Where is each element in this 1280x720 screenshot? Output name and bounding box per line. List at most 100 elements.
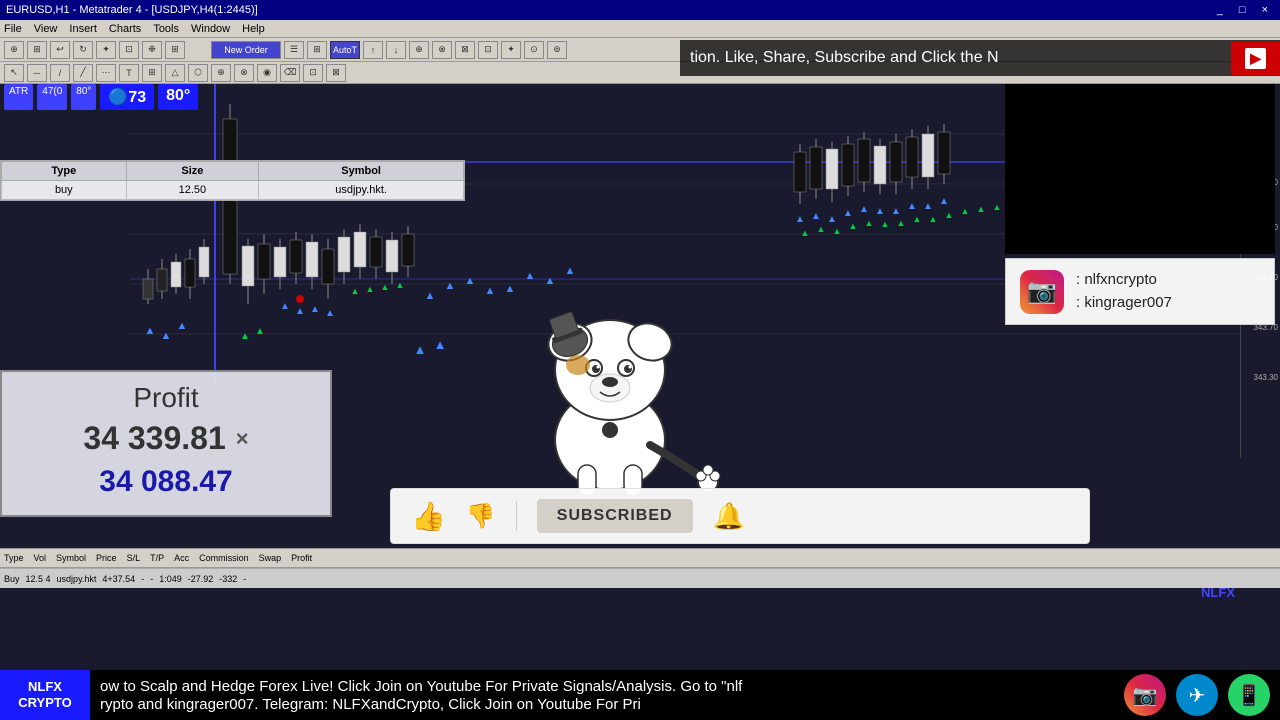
trade-detail-vol: 12.5 4 <box>26 574 51 584</box>
menu-charts[interactable]: Charts <box>109 23 141 35</box>
yt-notification-bar: tion. Like, Share, Subscribe and Click t… <box>680 40 1280 76</box>
svg-text:▲: ▲ <box>961 206 970 216</box>
minimize-btn[interactable]: _ <box>1211 4 1229 16</box>
tb-btn-4[interactable]: ↻ <box>73 41 93 59</box>
tb2-btn-14[interactable]: ⊡ <box>303 64 323 82</box>
trade-detail-swap: -332 <box>219 574 237 584</box>
tb-btn-9[interactable]: ☰ <box>284 41 304 59</box>
svg-text:▲: ▲ <box>875 206 885 217</box>
svg-text:▲: ▲ <box>939 196 949 207</box>
tb-btn-6[interactable]: ⊡ <box>119 41 139 59</box>
svg-text:▲: ▲ <box>255 326 265 337</box>
subscribed-button[interactable]: SUBSCRIBED <box>537 499 693 533</box>
tb2-btn-15[interactable]: ⊠ <box>326 64 346 82</box>
new-order-btn[interactable]: New Order <box>211 41 281 59</box>
tb-btn-16[interactable]: ⊡ <box>478 41 498 59</box>
tb2-btn-12[interactable]: ◉ <box>257 64 277 82</box>
tb2-btn-5[interactable]: ⋯ <box>96 64 116 82</box>
menu-file[interactable]: File <box>4 23 22 35</box>
instagram-icon: 📷 <box>1020 270 1064 314</box>
tb2-btn-3[interactable]: / <box>50 64 70 82</box>
tb-btn-13[interactable]: ⊕ <box>409 41 429 59</box>
trade-detail-profit2: - <box>243 574 246 584</box>
svg-text:▲: ▲ <box>945 210 954 220</box>
trade-detail-sl: - <box>141 574 144 584</box>
col-symbol: Symbol <box>259 162 464 181</box>
tb-btn-12[interactable]: ↓ <box>386 41 406 59</box>
nlfx-logo-line1: NLFX <box>28 679 62 695</box>
trade-detail-acc: 1:049 <box>159 574 182 584</box>
svg-text:▲: ▲ <box>801 228 810 238</box>
svg-text:▲: ▲ <box>280 301 290 312</box>
maximize-btn[interactable]: □ <box>1233 4 1252 16</box>
trade-detail-buy: Buy <box>4 574 20 584</box>
tb-btn-14[interactable]: ⊗ <box>432 41 452 59</box>
trade-size: 12.50 <box>126 181 259 200</box>
profit-close-btn[interactable]: × <box>236 426 249 452</box>
indicator-atr: ATR <box>4 84 33 110</box>
whatsapp-social-btn[interactable]: 📱 <box>1228 674 1270 716</box>
tb-btn-10[interactable]: ⊞ <box>307 41 327 59</box>
col-h-commission: Commission <box>199 553 249 563</box>
svg-text:▲: ▲ <box>240 331 250 342</box>
tb2-btn-4[interactable]: ╱ <box>73 64 93 82</box>
scrolling-text-1: ow to Scalp and Hedge Forex Live! Click … <box>90 677 1114 697</box>
svg-text:▲: ▲ <box>795 214 805 225</box>
bottom-trade-details: Buy 12.5 4 usdjpy.hkt 4+37.54 - - 1:049 … <box>0 568 1280 588</box>
instagram-panel: 📷 : nlfxncrypto : kingrager007 <box>1005 258 1275 325</box>
menu-tools[interactable]: Tools <box>153 23 179 35</box>
profit-label: Profit <box>18 382 314 414</box>
svg-text:▲: ▲ <box>366 284 375 294</box>
tb-btn-8[interactable]: ⊞ <box>165 41 185 59</box>
menu-window[interactable]: Window <box>191 23 230 35</box>
tb-btn-19[interactable]: ⊚ <box>547 41 567 59</box>
svg-text:▲: ▲ <box>865 218 874 228</box>
tb2-btn-8[interactable]: △ <box>165 64 185 82</box>
tb-btn-15[interactable]: ⊠ <box>455 41 475 59</box>
menu-view[interactable]: View <box>34 23 58 35</box>
tb-btn-2[interactable]: ⊞ <box>27 41 47 59</box>
tb-btn-7[interactable]: ❉ <box>142 41 162 59</box>
svg-text:▲: ▲ <box>977 204 986 214</box>
col-size: Size <box>126 162 259 181</box>
tb2-btn-7[interactable]: ⊞ <box>142 64 162 82</box>
yt-subscribe-btn[interactable]: ▶ <box>1231 42 1280 75</box>
tb2-btn-2[interactable]: ─ <box>27 64 47 82</box>
dislike-button[interactable]: 👎 <box>466 502 496 531</box>
col-h-acc: Acc <box>174 553 189 563</box>
col-h-profit: Profit <box>291 553 312 563</box>
tb-btn-18[interactable]: ⊙ <box>524 41 544 59</box>
svg-text:▲: ▲ <box>414 342 427 357</box>
instagram-social-btn[interactable]: 📷 <box>1124 674 1166 716</box>
like-button[interactable]: 👍 <box>411 500 446 533</box>
autotrade-btn[interactable]: AutoT <box>330 41 360 59</box>
social-icons-bar: 📷 ✈ 📱 <box>1114 674 1280 716</box>
svg-text:▲: ▲ <box>425 290 436 302</box>
nlfx-logo-line2: CRYPTO <box>18 695 71 711</box>
trade-detail-price: 4+37.54 <box>102 574 135 584</box>
profit-value-row: 34 339.81 × <box>18 420 314 457</box>
tb2-btn-13[interactable]: ⌫ <box>280 64 300 82</box>
tb-btn-5[interactable]: ✦ <box>96 41 116 59</box>
tb-btn-11[interactable]: ↑ <box>363 41 383 59</box>
yt-separator <box>516 501 517 531</box>
scrolling-text-2: rypto and kingrager007. Telegram: NLFXan… <box>90 696 1114 713</box>
svg-text:▲: ▲ <box>465 275 476 287</box>
tb2-btn-11[interactable]: ⊗ <box>234 64 254 82</box>
tb-btn-3[interactable]: ↩ <box>50 41 70 59</box>
menu-help[interactable]: Help <box>242 23 265 35</box>
menu-insert[interactable]: Insert <box>69 23 97 35</box>
tb2-btn-10[interactable]: ⊕ <box>211 64 231 82</box>
indicator-val2: 80° <box>71 84 96 110</box>
svg-text:▲: ▲ <box>929 214 938 224</box>
tb2-btn-9[interactable]: ⬡ <box>188 64 208 82</box>
tb-btn-1[interactable]: ⊕ <box>4 41 24 59</box>
tb-btn-17[interactable]: ✦ <box>501 41 521 59</box>
bell-button[interactable]: 🔔 <box>713 501 745 532</box>
title-bar: EURUSD,H1 - Metatrader 4 - [USDJPY,H4(1:… <box>0 0 1280 20</box>
close-btn[interactable]: × <box>1256 4 1274 16</box>
telegram-social-btn[interactable]: ✈ <box>1176 674 1218 716</box>
title-text: EURUSD,H1 - Metatrader 4 - [USDJPY,H4(1:… <box>6 4 258 16</box>
tb2-btn-1[interactable]: ↖ <box>4 64 24 82</box>
tb2-btn-6[interactable]: T <box>119 64 139 82</box>
